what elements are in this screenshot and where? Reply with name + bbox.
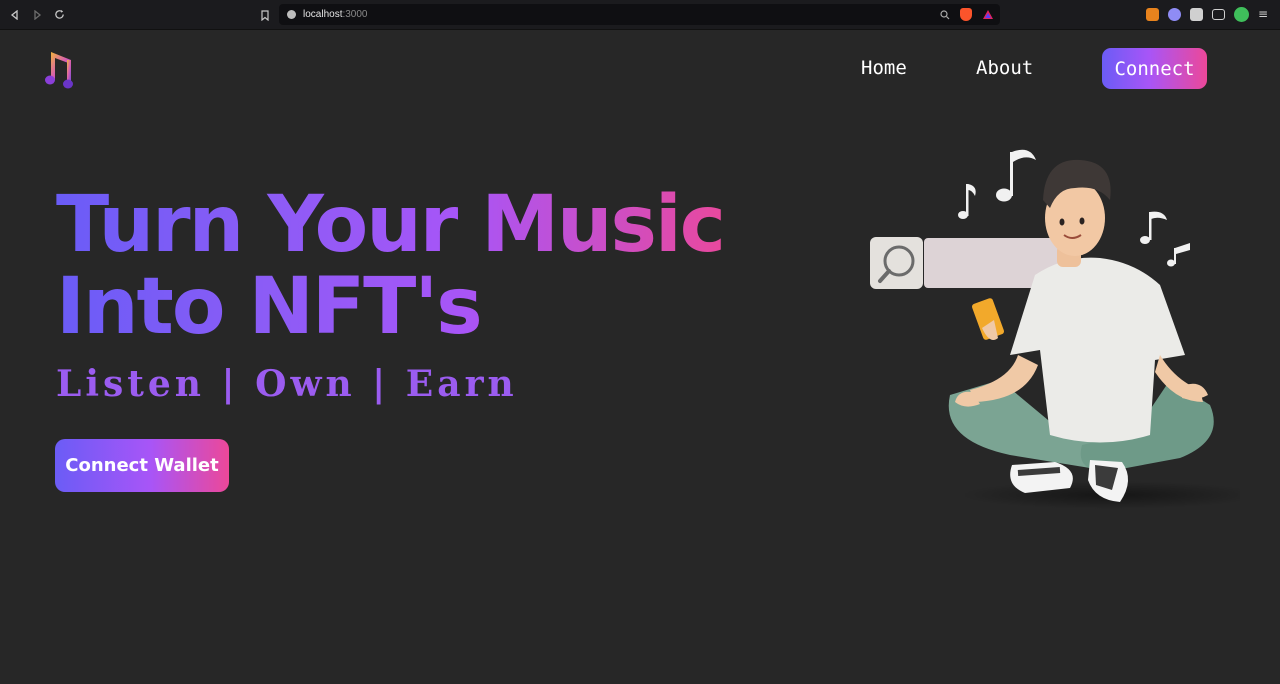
forward-icon[interactable] <box>26 4 48 26</box>
bookmark-icon[interactable] <box>254 4 276 26</box>
back-icon[interactable] <box>4 4 26 26</box>
url-port: :3000 <box>342 9 368 20</box>
connect-button[interactable]: Connect <box>1102 48 1207 89</box>
url-host: localhost <box>303 9 343 20</box>
brave-shield-icon[interactable] <box>960 8 972 21</box>
puzzle-icon[interactable] <box>1190 8 1203 21</box>
nav-about-link[interactable]: About <box>976 57 1033 79</box>
zoom-icon[interactable] <box>940 5 950 24</box>
hero-title: Turn Your Music Into NFT's <box>56 184 736 348</box>
nav-home-link[interactable]: Home <box>861 57 907 79</box>
wallet-icon[interactable] <box>1212 9 1225 20</box>
hero-title-line1: Turn Your Music <box>56 180 724 270</box>
hero-tagline: Listen | Own | Earn <box>56 363 518 405</box>
profile-avatar[interactable] <box>1234 7 1249 22</box>
hero-illustration <box>860 140 1260 520</box>
site-info-icon[interactable] <box>287 10 296 19</box>
extension-icon[interactable] <box>1168 8 1181 21</box>
magnifier-box <box>870 237 923 289</box>
music-note-icon[interactable] <box>42 48 76 90</box>
hero-title-line2: Into NFT's <box>56 262 481 352</box>
rewards-icon[interactable] <box>982 5 994 24</box>
menu-icon[interactable]: ≡ <box>1258 8 1268 21</box>
address-bar[interactable]: localhost:3000 <box>279 4 1000 25</box>
browser-toolbar: localhost:3000 ≡ <box>0 0 1280 30</box>
reload-icon[interactable] <box>48 4 70 26</box>
connect-wallet-button[interactable]: Connect Wallet <box>55 439 229 492</box>
metamask-icon[interactable] <box>1146 8 1159 21</box>
